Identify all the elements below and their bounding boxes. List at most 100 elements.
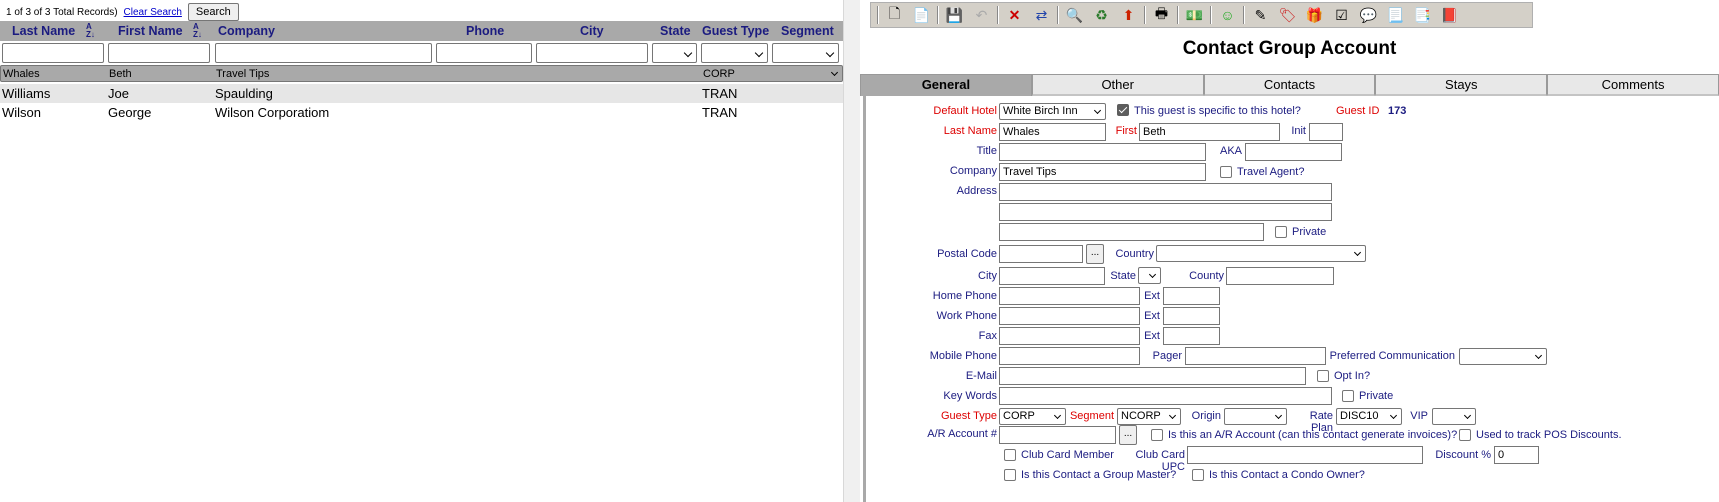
smiley-icon[interactable]: ☺ [1214, 4, 1241, 26]
table-row[interactable]: Whales Beth Travel Tips CORP [0, 65, 843, 82]
default-hotel-select[interactable]: White Birch Inn [999, 103, 1106, 120]
table-row[interactable]: Williams Joe Spaulding TRAN [0, 84, 843, 103]
tag-icon[interactable]: 🏷 [1274, 4, 1301, 26]
club-card-member-checkbox[interactable] [1004, 449, 1016, 461]
ar-account-field[interactable] [999, 426, 1116, 444]
save-icon[interactable]: 💾 [941, 4, 968, 26]
guest-type-select[interactable]: CORP [999, 408, 1066, 425]
first-name-field[interactable]: Beth [1139, 123, 1280, 141]
column-phone[interactable]: Phone [466, 24, 504, 38]
address-private-checkbox[interactable] [1275, 226, 1287, 238]
city-field[interactable] [999, 267, 1105, 285]
column-city[interactable]: City [580, 24, 604, 38]
rate-plan-select[interactable]: DISC10 [1336, 408, 1402, 425]
filter-state-select[interactable] [652, 43, 697, 63]
cell-last-name: Wilson [2, 105, 42, 120]
column-state[interactable]: State [660, 24, 691, 38]
vip-select[interactable] [1432, 408, 1476, 425]
title-field[interactable] [999, 143, 1206, 161]
comment-icon[interactable]: 💬 [1355, 4, 1382, 26]
book-icon[interactable]: 📕 [1436, 4, 1463, 26]
address-line3-field[interactable] [999, 223, 1264, 241]
work-phone-field[interactable] [999, 307, 1140, 325]
ar-lookup-button[interactable]: ... [1119, 425, 1137, 445]
pager-field[interactable] [1185, 347, 1326, 365]
discount-field[interactable]: 0 [1494, 446, 1539, 464]
checklist-icon[interactable]: ☑ [1328, 4, 1355, 26]
column-guest-type[interactable]: Guest Type [702, 24, 769, 38]
hotel-specific-checkbox[interactable] [1117, 104, 1129, 116]
company-field[interactable]: Travel Tips [999, 163, 1206, 181]
column-first-name[interactable]: First Name [118, 24, 183, 38]
upload-icon[interactable]: ⬆ [1115, 4, 1142, 26]
origin-select[interactable] [1224, 408, 1287, 425]
copy-icon[interactable]: 📄 [908, 4, 935, 26]
new-icon[interactable]: 🗋 [881, 4, 908, 26]
postal-lookup-button[interactable]: ... [1086, 244, 1104, 264]
mobile-phone-field[interactable] [999, 347, 1140, 365]
column-company[interactable]: Company [218, 24, 275, 38]
last-name-field[interactable]: Whales [999, 123, 1106, 141]
filter-phone-input[interactable] [436, 43, 532, 63]
search-button[interactable]: Search [187, 3, 239, 21]
sort-az-icon[interactable]: A Z↓ [86, 23, 104, 40]
company-label: Company [949, 165, 997, 177]
is-ar-account-checkbox[interactable] [1151, 429, 1163, 441]
column-segment[interactable]: Segment [781, 24, 834, 38]
email-field[interactable] [999, 367, 1306, 385]
cell-last-name: Williams [2, 86, 51, 101]
table-row[interactable]: Wilson George Wilson Corporatiom TRAN [0, 103, 843, 122]
keywords-private-checkbox[interactable] [1342, 390, 1354, 402]
group-master-checkbox[interactable] [1004, 469, 1016, 481]
aka-field[interactable] [1245, 143, 1342, 161]
filter-first-name-input[interactable] [108, 43, 210, 63]
tab-other[interactable]: Other [1031, 74, 1204, 96]
tab-stays[interactable]: Stays [1375, 74, 1548, 96]
undo-icon[interactable]: ↶ [968, 4, 995, 26]
address-line1-field[interactable] [999, 183, 1332, 201]
filter-segment-select[interactable] [772, 43, 839, 63]
gift-icon[interactable]: 🎁 [1301, 4, 1328, 26]
filter-company-input[interactable] [215, 43, 432, 63]
merge-icon[interactable]: ⇄ [1028, 4, 1055, 26]
documents-icon[interactable]: 📑 [1409, 4, 1436, 26]
club-card-upc-field[interactable] [1187, 446, 1423, 464]
filter-last-name-input[interactable] [2, 43, 104, 63]
refresh-icon[interactable]: ♻ [1088, 4, 1115, 26]
key-words-field[interactable] [999, 387, 1332, 405]
delete-icon[interactable]: ✕ [1001, 4, 1028, 26]
search-icon[interactable]: 🔍 [1061, 4, 1088, 26]
sort-az-icon[interactable]: A Z↓ [193, 23, 211, 40]
preferred-communication-select[interactable] [1459, 348, 1547, 365]
opt-in-checkbox[interactable] [1317, 370, 1329, 382]
print-icon[interactable]: 🖶 [1148, 4, 1175, 26]
filter-guest-type-select[interactable] [701, 43, 768, 63]
contact-detail-pane: 🗋 📄 💾 ↶ ✕ ⇄ 🔍 ♻ ⬆ 🖶 💵 ☺ ✎ 🏷 🎁 ☑ 💬 📃 📑 📕 … [860, 0, 1719, 502]
home-phone-field[interactable] [999, 287, 1140, 305]
fax-ext-field[interactable] [1163, 327, 1220, 345]
travel-agent-checkbox[interactable] [1220, 166, 1232, 178]
tab-comments[interactable]: Comments [1547, 74, 1719, 96]
fax-field[interactable] [999, 327, 1140, 345]
condo-owner-checkbox[interactable] [1192, 469, 1204, 481]
segment-select[interactable]: NCORP [1117, 408, 1181, 425]
work-ext-field[interactable] [1163, 307, 1220, 325]
column-last-name[interactable]: Last Name [12, 24, 75, 38]
pane-splitter[interactable] [843, 0, 860, 502]
tab-general[interactable]: General [860, 74, 1032, 96]
clear-search-link[interactable]: Clear Search [124, 7, 182, 18]
tab-contacts[interactable]: Contacts [1203, 74, 1376, 96]
filter-city-input[interactable] [536, 43, 648, 63]
document-icon[interactable]: 📃 [1382, 4, 1409, 26]
home-ext-field[interactable] [1163, 287, 1220, 305]
postal-code-field[interactable] [999, 245, 1083, 263]
county-field[interactable] [1226, 267, 1334, 285]
county-label: County [1189, 270, 1224, 282]
init-field[interactable] [1309, 123, 1343, 141]
address-line2-field[interactable] [999, 203, 1332, 221]
money-icon[interactable]: 💵 [1181, 4, 1208, 26]
tools-icon[interactable]: ✎ [1247, 4, 1274, 26]
country-select[interactable] [1156, 245, 1366, 262]
state-select[interactable] [1138, 267, 1161, 284]
pos-discounts-checkbox[interactable] [1459, 429, 1471, 441]
